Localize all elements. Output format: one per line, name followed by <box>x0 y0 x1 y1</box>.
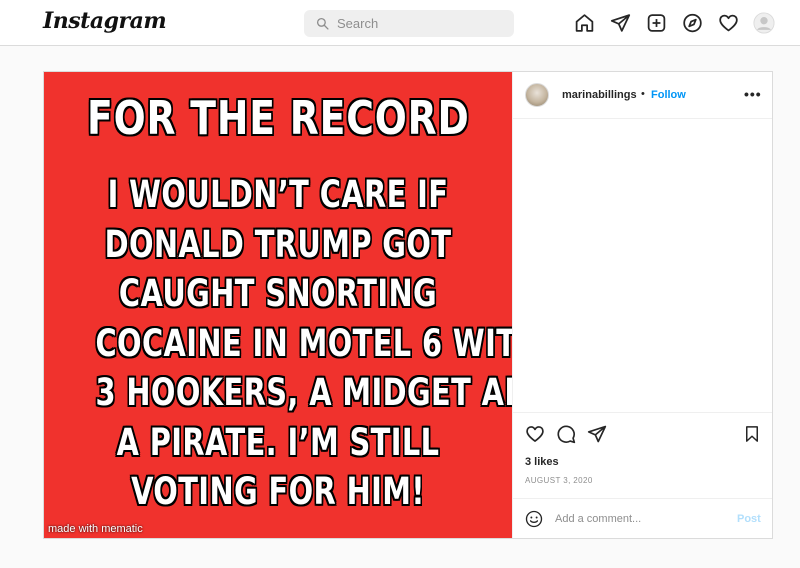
direct-icon[interactable] <box>610 12 631 34</box>
post-comment-button[interactable]: Post <box>737 513 761 525</box>
separator-dot: • <box>641 88 645 100</box>
post-header: marinabillings • Follow ••• <box>513 72 772 119</box>
comment-icon[interactable] <box>556 424 576 449</box>
explore-icon[interactable] <box>682 12 703 34</box>
meme-line: VOTING FOR HIM! <box>131 470 425 513</box>
author-avatar[interactable] <box>525 83 549 107</box>
new-post-icon[interactable] <box>646 12 667 34</box>
post-date[interactable]: AUGUST 3, 2020 <box>525 476 593 485</box>
post-card: FOR THE RECORD I WOULDN’T CARE IF DONALD… <box>43 71 773 539</box>
like-icon[interactable] <box>525 424 545 449</box>
emoji-icon[interactable] <box>525 510 543 533</box>
activity-heart-icon[interactable] <box>718 12 739 34</box>
share-icon[interactable] <box>587 424 607 449</box>
post-actions: 3 likes AUGUST 3, 2020 <box>513 412 772 498</box>
search-icon <box>316 17 329 30</box>
meme-body: I WOULDN’T CARE IF DONALD TRUMP GOT CAUG… <box>44 170 512 517</box>
instagram-logo[interactable]: Instagram <box>43 8 167 34</box>
meme-line: DONALD TRUMP GOT <box>104 222 452 266</box>
meme-headline: FOR THE RECORD <box>86 91 470 145</box>
follow-button[interactable]: Follow <box>651 89 686 101</box>
search-placeholder: Search <box>337 16 379 31</box>
save-bookmark-icon[interactable] <box>743 424 761 449</box>
author-username[interactable]: marinabillings <box>562 89 637 101</box>
comment-bar: Add a comment... Post <box>513 498 772 538</box>
likes-count[interactable]: 3 likes <box>525 456 559 468</box>
comment-input[interactable]: Add a comment... <box>555 513 641 525</box>
watermark: made with mematic <box>48 523 143 535</box>
meme-line: A PIRATE. I’M STILL <box>116 420 440 464</box>
meme-line: CAUGHT SNORTING <box>118 272 438 315</box>
meme-line: COCAINE IN MOTEL 6 WITH <box>95 321 512 365</box>
search-input[interactable]: Search <box>304 10 514 37</box>
profile-avatar-icon[interactable] <box>753 12 775 34</box>
meme-line: I WOULDN’T CARE IF <box>107 173 449 216</box>
more-options-button[interactable]: ••• <box>744 86 762 102</box>
meme-line: 3 HOOKERS, A MIDGET AND <box>95 371 512 414</box>
post-sidebar: marinabillings • Follow ••• 3 likes AUGU… <box>512 72 772 538</box>
home-icon[interactable] <box>574 12 595 34</box>
post-image[interactable]: FOR THE RECORD I WOULDN’T CARE IF DONALD… <box>44 72 512 538</box>
top-nav-bar: Instagram Search <box>0 0 800 46</box>
